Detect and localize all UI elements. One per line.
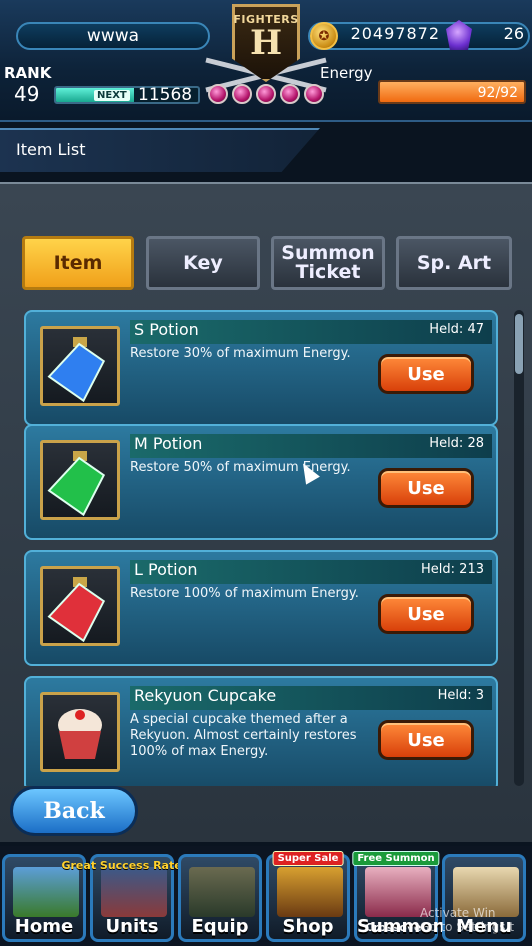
item-description: Restore 30% of maximum Energy. xyxy=(130,346,351,361)
tab-key[interactable]: Key xyxy=(146,236,260,290)
use-button[interactable]: Use xyxy=(378,594,474,634)
use-button[interactable]: Use xyxy=(378,354,474,394)
description-box: Restore 100% of maximum Energy. xyxy=(130,586,380,654)
tab-item[interactable]: Item xyxy=(22,236,134,290)
description-box: Restore 30% of maximum Energy. xyxy=(130,346,380,414)
blue-potion-icon xyxy=(40,326,120,406)
held-count: Held: 28 xyxy=(429,436,484,451)
nav-units[interactable]: Great Success Rate UP Units xyxy=(61,854,203,942)
use-button[interactable]: Use xyxy=(378,720,474,760)
cupcake-icon xyxy=(40,692,120,772)
orb-row xyxy=(206,84,326,108)
use-button[interactable]: Use xyxy=(378,468,474,508)
logo-letter: H xyxy=(249,23,283,63)
list-item: Rekyuon Cupcake Held: 3 A special cupcak… xyxy=(24,676,498,786)
held-count: Held: 47 xyxy=(429,322,484,337)
tab-summon-ticket[interactable]: Summon Ticket xyxy=(271,236,385,290)
nav-equip[interactable]: Equip xyxy=(178,854,262,942)
item-description: A special cupcake themed after a Rekyuon… xyxy=(130,712,357,759)
gold-amount: 20497872 xyxy=(350,24,440,43)
coin-icon: ✪ xyxy=(310,22,338,50)
orb-icon xyxy=(256,84,276,104)
house-icon xyxy=(13,867,79,917)
watermark-line-2: Go to Settings t xyxy=(420,920,515,934)
description-box: Restore 50% of maximum Energy. xyxy=(130,460,380,528)
next-label: NEXT xyxy=(94,90,130,101)
item-name: Rekyuon Cupcake xyxy=(134,686,277,705)
held-count: Held: 3 xyxy=(437,688,484,703)
rank-value: 49 xyxy=(14,82,40,106)
item-name: M Potion xyxy=(134,434,203,453)
item-description: Restore 100% of maximum Energy. xyxy=(130,586,359,601)
item-name: S Potion xyxy=(134,320,199,339)
gem-amount: 26 xyxy=(503,24,524,43)
nav-label: Equip xyxy=(191,916,249,937)
player-name: wwwa xyxy=(16,22,210,50)
item-name: L Potion xyxy=(134,560,198,579)
scroll-thumb[interactable] xyxy=(515,314,523,374)
red-potion-icon xyxy=(40,566,120,646)
tab-sp-art[interactable]: Sp. Art xyxy=(396,236,512,290)
rank-label: RANK xyxy=(4,64,52,82)
orb-icon xyxy=(208,84,228,104)
top-hud: wwwa ✪ 20497872 26 RANK 49 NEXT 11568 FI… xyxy=(0,0,532,122)
next-exp-value: 11568 xyxy=(138,85,193,105)
list-item: S Potion Held: 47 Restore 30% of maximum… xyxy=(24,310,498,426)
nav-label: Home xyxy=(14,916,74,937)
orb-icon xyxy=(232,84,252,104)
page-title: Item List xyxy=(16,140,86,159)
summon-badge: Free Summon xyxy=(352,851,440,866)
tab-bar: Item Key Summon Ticket Sp. Art xyxy=(22,236,512,290)
nav-label: Units xyxy=(105,916,159,937)
shop-badge: Super Sale xyxy=(272,851,344,866)
item-description: Restore 50% of maximum Energy. xyxy=(130,460,351,475)
held-count: Held: 213 xyxy=(421,562,484,577)
list-item: M Potion Held: 28 Restore 50% of maximum… xyxy=(24,424,498,540)
description-box: A special cupcake themed after a Rekyuon… xyxy=(130,712,380,780)
energy-value: 92/92 xyxy=(477,85,518,101)
os-watermark: Activate Win Go to Settings t xyxy=(420,906,514,934)
energy-bar: 92/92 xyxy=(378,80,526,104)
nav-label: Shop xyxy=(282,916,334,937)
treasure-chest-icon xyxy=(277,867,343,917)
nav-shop[interactable]: Super Sale Shop xyxy=(266,851,350,942)
scrollbar[interactable] xyxy=(514,310,524,786)
list-item: L Potion Held: 213 Restore 100% of maxim… xyxy=(24,550,498,666)
item-list[interactable]: S Potion Held: 47 Restore 30% of maximum… xyxy=(22,310,500,786)
units-icon xyxy=(101,867,167,917)
back-button[interactable]: Back xyxy=(10,786,138,836)
green-potion-icon xyxy=(40,440,120,520)
sword-icon xyxy=(189,867,255,917)
orb-icon xyxy=(280,84,300,104)
orb-icon xyxy=(304,84,324,104)
energy-label: Energy xyxy=(320,64,373,82)
watermark-line-1: Activate Win xyxy=(420,906,496,920)
